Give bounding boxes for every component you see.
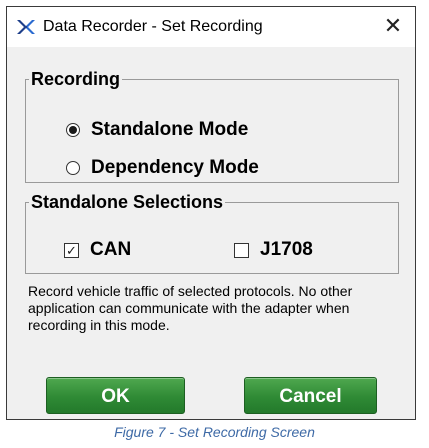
checkbox-unchecked-icon[interactable] (234, 242, 249, 258)
j1708-label: J1708 (260, 239, 313, 260)
title-bar: Data Recorder - Set Recording ✕ (7, 7, 415, 47)
can-label: CAN (90, 239, 132, 260)
figure-caption: Figure 7 - Set Recording Screen (114, 424, 315, 440)
radio-selected-icon[interactable] (66, 123, 80, 137)
standalone-selections-legend: Standalone Selections (31, 192, 224, 212)
mode-description: Record vehicle traffic of selected proto… (28, 283, 353, 333)
standalone-mode-radio[interactable]: Standalone Mode (66, 119, 248, 141)
checkbox-checked-icon[interactable]: ✓ (64, 242, 79, 258)
set-recording-dialog: Data Recorder - Set Recording ✕ Recordin… (6, 6, 416, 420)
cancel-button[interactable]: Cancel (244, 377, 377, 414)
standalone-mode-label: Standalone Mode (91, 119, 249, 140)
recording-group: Recording Standalone Mode Dependency Mod… (25, 69, 399, 183)
ok-button[interactable]: OK (46, 377, 185, 414)
window-title: Data Recorder - Set Recording (43, 18, 263, 35)
j1708-checkbox[interactable]: J1708 (234, 239, 313, 261)
dependency-mode-radio[interactable]: Dependency Mode (66, 157, 259, 179)
dependency-mode-label: Dependency Mode (91, 157, 259, 178)
radio-unselected-icon[interactable] (66, 161, 80, 175)
recording-group-legend: Recording (31, 69, 121, 89)
close-button[interactable]: ✕ (381, 14, 405, 38)
can-checkbox[interactable]: ✓ CAN (64, 239, 131, 261)
close-icon: ✕ (383, 13, 403, 38)
standalone-selections-group: Standalone Selections ✓ CAN J1708 (25, 192, 399, 274)
dx-logo-icon (17, 20, 35, 34)
